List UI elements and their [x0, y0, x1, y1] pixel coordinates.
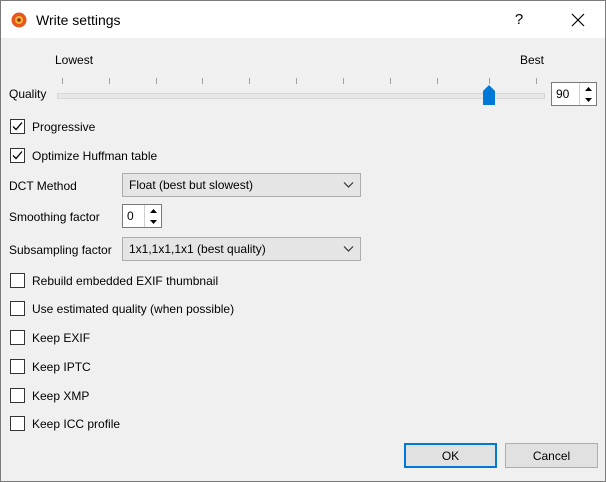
- keep-icc-profile-label[interactable]: Keep ICC profile: [32, 417, 120, 431]
- smoothing-factor-value[interactable]: 0: [127, 209, 134, 223]
- chevron-up-icon: [149, 208, 157, 213]
- keep-iptc-checkbox[interactable]: [10, 359, 25, 374]
- quality-decrement-button[interactable]: [580, 94, 596, 105]
- chevron-down-icon: [149, 219, 157, 224]
- progressive-checkbox[interactable]: [10, 119, 25, 134]
- keep-exif-checkbox[interactable]: [10, 330, 25, 345]
- checkmark-icon: [12, 151, 23, 160]
- smoothing-factor-spinbox[interactable]: 0: [122, 204, 162, 228]
- quality-increment-button[interactable]: [580, 83, 596, 94]
- chevron-down-icon: [343, 246, 354, 252]
- slider-tick: [202, 78, 203, 84]
- slider-tick: [489, 78, 490, 84]
- slider-tick: [536, 78, 537, 84]
- quality-spinbox[interactable]: 90: [551, 82, 597, 106]
- slider-min-label: Lowest: [55, 53, 94, 67]
- help-button[interactable]: ?: [496, 1, 542, 38]
- close-button[interactable]: [551, 1, 605, 38]
- keep-exif-label[interactable]: Keep EXIF: [32, 331, 90, 345]
- quality-label: Quality: [9, 87, 47, 101]
- dct-method-select[interactable]: Float (best but slowest): [122, 173, 361, 197]
- chevron-down-icon: [343, 182, 354, 188]
- help-icon: ?: [514, 11, 524, 28]
- slider-thumb[interactable]: [483, 85, 495, 105]
- slider-tick: [156, 78, 157, 84]
- subsampling-factor-label: Subsampling factor: [9, 243, 112, 257]
- quality-value[interactable]: 90: [556, 87, 569, 101]
- checkmark-icon: [12, 122, 23, 131]
- dct-method-value: Float (best but slowest): [129, 178, 254, 192]
- optimize-huffman-checkbox[interactable]: [10, 148, 25, 163]
- slider-tick: [296, 78, 297, 84]
- slider-tick: [109, 78, 110, 84]
- rebuild-exif-thumbnail-label[interactable]: Rebuild embedded EXIF thumbnail: [32, 274, 218, 288]
- smoothing-decrement-button[interactable]: [145, 216, 161, 227]
- slider-tick: [390, 78, 391, 84]
- subsampling-factor-select[interactable]: 1x1,1x1,1x1 (best quality): [122, 237, 361, 261]
- ok-button-label: OK: [441, 448, 460, 463]
- optimize-huffman-label[interactable]: Optimize Huffman table: [32, 149, 157, 163]
- slider-tick: [343, 78, 344, 84]
- slider-tick: [249, 78, 250, 84]
- write-settings-dialog: Write settings ? Lowest Best Quality 90: [0, 0, 606, 482]
- chevron-up-icon: [584, 86, 592, 91]
- title-bar: Write settings ?: [1, 1, 605, 38]
- rebuild-exif-thumbnail-checkbox[interactable]: [10, 273, 25, 288]
- app-icon: [10, 11, 28, 29]
- slider-tick: [437, 78, 438, 84]
- keep-iptc-label[interactable]: Keep IPTC: [32, 360, 91, 374]
- window-title: Write settings: [36, 12, 121, 28]
- cancel-button-label: Cancel: [532, 448, 571, 463]
- estimated-quality-label[interactable]: Use estimated quality (when possible): [32, 302, 234, 316]
- ok-button[interactable]: OK: [404, 443, 497, 468]
- keep-icc-profile-checkbox[interactable]: [10, 416, 25, 431]
- cancel-button[interactable]: Cancel: [505, 443, 598, 468]
- smoothing-increment-button[interactable]: [145, 205, 161, 216]
- close-icon: [571, 13, 585, 26]
- keep-xmp-checkbox[interactable]: [10, 388, 25, 403]
- estimated-quality-checkbox[interactable]: [10, 301, 25, 316]
- progressive-label[interactable]: Progressive: [32, 120, 95, 134]
- subsampling-factor-value: 1x1,1x1,1x1 (best quality): [129, 242, 266, 256]
- chevron-down-icon: [584, 97, 592, 102]
- smoothing-factor-label: Smoothing factor: [9, 210, 100, 224]
- slider-track[interactable]: [57, 93, 545, 99]
- keep-xmp-label[interactable]: Keep XMP: [32, 389, 89, 403]
- slider-tick: [62, 78, 63, 84]
- dct-method-label: DCT Method: [9, 179, 77, 193]
- slider-max-label: Best: [520, 53, 545, 67]
